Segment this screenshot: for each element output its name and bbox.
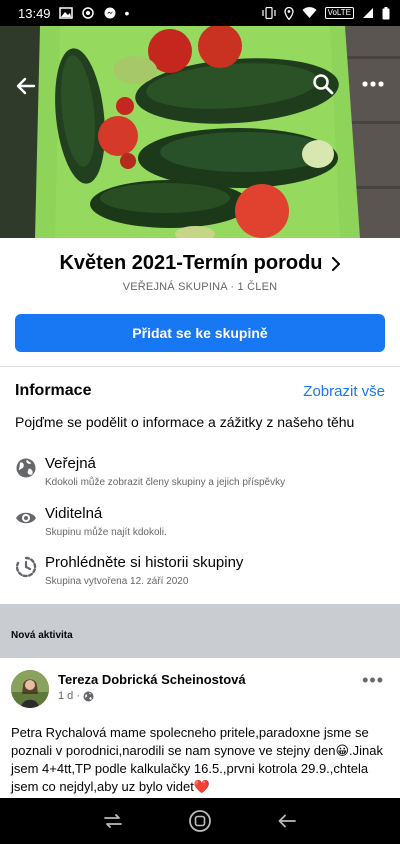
- chrome-icon: [81, 7, 94, 19]
- post-card: Tereza Dobrická Scheinostová 1 d · ••• P…: [0, 658, 400, 798]
- home-icon: [189, 810, 211, 832]
- info-item-subtitle: Skupinu může najít kdokoli.: [45, 527, 167, 538]
- system-nav-bar: [0, 798, 400, 844]
- search-button[interactable]: [305, 66, 341, 102]
- dot-icon: •: [124, 5, 130, 21]
- about-title: Informace: [15, 382, 92, 399]
- home-button[interactable]: [180, 801, 220, 841]
- avatar[interactable]: [11, 670, 49, 708]
- new-activity-header: Nová aktivita: [0, 604, 400, 658]
- vibrate-icon: [261, 7, 276, 19]
- divider: [0, 366, 400, 367]
- join-group-button[interactable]: Přidat se ke skupině: [15, 314, 385, 352]
- globe-icon: [83, 691, 94, 701]
- post-text: Petra Rychalová mame spolecneho pritele,…: [11, 725, 383, 794]
- signal-icon: [363, 8, 373, 18]
- battery-icon: [382, 6, 390, 19]
- messenger-icon: [104, 7, 116, 19]
- back-nav-button[interactable]: [267, 801, 307, 841]
- post-more-button[interactable]: •••: [362, 670, 384, 691]
- new-activity-label: Nová aktivita: [11, 630, 73, 641]
- status-bar: 13:49 • VoLTE: [0, 0, 400, 26]
- more-icon: [362, 81, 384, 87]
- post-time[interactable]: 1 d ·: [58, 690, 80, 702]
- group-title: Květen 2021-Termín porodu: [59, 252, 323, 274]
- info-item-public: Veřejná Kdokoli může zobrazit členy skup…: [15, 455, 385, 499]
- info-item-visible: Viditelná Skupinu může najít kdokoli.: [15, 505, 385, 549]
- status-time: 13:49: [18, 5, 51, 21]
- info-item-title: Veřejná: [45, 455, 96, 472]
- chevron-right-icon: [331, 256, 340, 271]
- recent-apps-button[interactable]: [93, 801, 133, 841]
- eye-icon: [16, 512, 36, 524]
- info-item-subtitle: Skupina vytvořena 12. září 2020: [45, 576, 189, 587]
- more-options-button[interactable]: [355, 66, 391, 102]
- recent-apps-icon: [104, 814, 123, 828]
- info-item-history[interactable]: Prohlédněte si historii skupiny Skupina …: [15, 554, 385, 598]
- group-title-row[interactable]: Květen 2021-Termín porodu: [0, 252, 400, 275]
- cover-photo[interactable]: [0, 26, 400, 238]
- group-description: Pojďme se podělit o informace a zážitky …: [15, 414, 355, 430]
- gallery-icon: [58, 7, 73, 19]
- post-author[interactable]: Tereza Dobrická Scheinostová: [58, 672, 246, 687]
- location-icon: [283, 6, 294, 20]
- back-arrow-icon: [16, 77, 36, 95]
- avatar-image: [11, 670, 49, 708]
- volte-badge: VoLTE: [324, 7, 354, 19]
- search-icon: [313, 74, 334, 95]
- history-icon: [15, 556, 37, 578]
- back-button[interactable]: [8, 68, 44, 104]
- info-item-title: Prohlédněte si historii skupiny: [45, 554, 244, 571]
- group-subtitle: VEŘEJNÁ SKUPINA · 1 ČLEN: [122, 281, 278, 293]
- wifi-icon: [302, 7, 317, 18]
- vegetables-photo: [0, 26, 400, 238]
- info-item-subtitle: Kdokoli může zobrazit členy skupiny a je…: [45, 477, 286, 488]
- info-item-title: Viditelná: [45, 505, 103, 522]
- globe-icon: [16, 458, 36, 478]
- back-icon: [278, 814, 296, 828]
- post-meta: 1 d ·: [58, 690, 94, 702]
- see-all-link[interactable]: Zobrazit vše: [303, 383, 385, 400]
